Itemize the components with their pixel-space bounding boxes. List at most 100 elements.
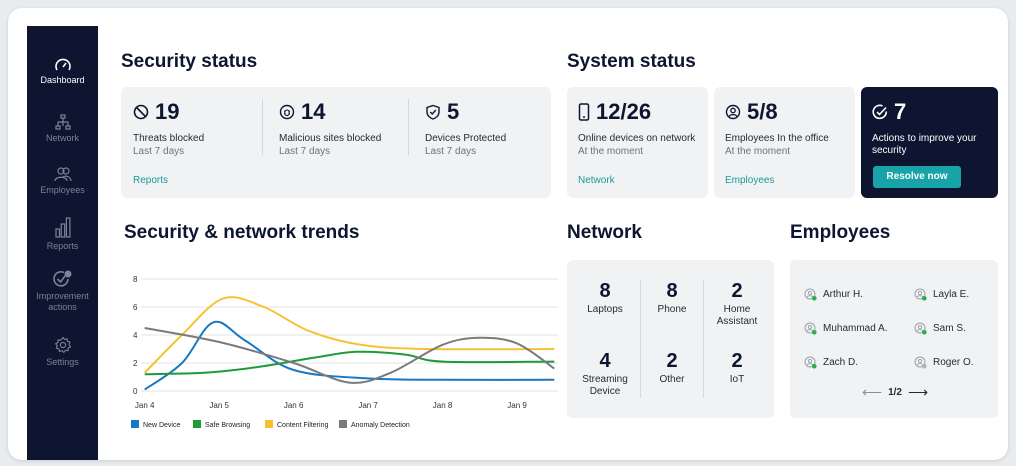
network-link[interactable]: Network <box>578 175 615 186</box>
network-label: IoT <box>729 374 745 385</box>
trends-title: Security & network trends <box>124 222 360 243</box>
sidebar-item-label: Reports <box>46 241 79 251</box>
network-card: 8 Laptops 8 Phone 2 Home Assistant 4 Str… <box>567 260 774 418</box>
user-circle-icon <box>725 104 741 120</box>
network-cell-home-assistant: 2 Home Assistant <box>707 280 767 328</box>
network-cell-phone: 8 Phone <box>645 280 699 316</box>
security-status-card: 19 Threats blocked Last 7 days 14 Malici… <box>121 87 551 198</box>
legend-swatch <box>131 420 139 428</box>
y-tick-label: 2 <box>133 359 138 368</box>
stat-sub: At the moment <box>725 146 791 157</box>
employee-item[interactable]: Sam S. <box>914 322 966 335</box>
y-tick-label: 0 <box>133 387 138 396</box>
sidebar-item-reports[interactable]: Reports <box>27 216 98 252</box>
sidebar-item-label: Employees <box>40 185 85 195</box>
series-line-anomaly-detection <box>144 327 555 384</box>
shield-badge-icon <box>52 270 71 287</box>
divider <box>408 99 409 155</box>
system-status-title: System status <box>567 51 696 72</box>
employee-item[interactable]: Layla E. <box>914 288 969 301</box>
divider <box>703 280 704 398</box>
network-value: 2 <box>666 350 678 372</box>
resolve-now-button[interactable]: Resolve now <box>873 166 961 188</box>
actions-label: Actions to improve your security <box>872 133 977 156</box>
y-tick-label: 6 <box>133 303 138 312</box>
trends-chart: 0 2 4 6 8 Jan 4 Jan 5 Jan 6 Jan 7 Jan 8 Jan 9 New D… <box>131 275 558 429</box>
y-tick-label: 8 <box>133 275 138 284</box>
user-status-icon <box>804 288 817 301</box>
x-tick-label: Jan 4 <box>135 401 155 410</box>
legend-label: Content Filtering <box>277 422 328 429</box>
stat-label: Threats blocked <box>133 133 205 144</box>
employee-name: Muhammad A. <box>823 323 888 334</box>
malicious-sites-stat: 14 Malicious sites blocked Last 7 days <box>279 99 381 157</box>
threats-blocked-stat: 19 Threats blocked Last 7 days <box>133 99 204 157</box>
stat-sub: Last 7 days <box>133 146 185 157</box>
network-value: 4 <box>599 350 611 372</box>
legend-label: New Device <box>143 422 180 429</box>
stat-label: Employees In the office <box>725 133 829 144</box>
employee-name: Roger O. <box>933 357 974 368</box>
x-tick-label: Jan 6 <box>284 401 304 410</box>
legend-label: Anomaly Detection <box>351 422 410 429</box>
pagination: ⟵ 1/2 ⟶ <box>862 384 928 401</box>
network-label: Laptops <box>587 304 623 315</box>
legend-swatch <box>265 420 273 428</box>
sidebar-item-settings[interactable]: Settings <box>27 336 98 368</box>
divider <box>640 280 641 398</box>
employees-office-stat: 5/8 Employees In the office At the momen… <box>725 99 829 157</box>
stat-value: 7 <box>894 99 907 124</box>
sidebar-item-network[interactable]: Network <box>27 114 98 144</box>
sidebar-item-label: Dashboard <box>40 75 85 85</box>
arrow-right-icon[interactable]: ⟶ <box>908 384 928 401</box>
stat-label: Malicious sites blocked <box>279 133 382 144</box>
reports-link[interactable]: Reports <box>133 175 168 186</box>
network-label: Assistant <box>716 316 758 327</box>
app-window: Dashboard Network Employees Reports Impr… <box>8 8 1008 460</box>
stat-label: Online devices on network <box>578 133 696 144</box>
network-cell-streaming-device: 4 Streaming Device <box>575 350 635 398</box>
stat-value: 12/26 <box>596 99 652 124</box>
network-cell-other: 2 Other <box>645 350 699 386</box>
employee-item[interactable]: Muhammad A. <box>804 322 887 335</box>
employee-item[interactable]: Zach D. <box>804 356 858 369</box>
network-value: 2 <box>731 280 743 302</box>
network-label: Other <box>659 374 685 385</box>
employee-item[interactable]: Arthur H. <box>804 288 863 301</box>
employee-item[interactable]: Roger O. <box>914 356 974 369</box>
stat-sub: At the moment <box>578 146 644 157</box>
user-status-icon <box>914 288 927 301</box>
bar-chart-icon <box>54 217 70 238</box>
y-tick-label: 4 <box>133 331 138 340</box>
check-circle-icon <box>872 104 888 120</box>
arrow-left-icon[interactable]: ⟵ <box>862 384 882 401</box>
user-status-icon <box>914 322 927 335</box>
employee-name: Layla E. <box>933 289 970 300</box>
network-label: Phone <box>657 304 687 315</box>
security-status-title: Security status <box>121 51 258 72</box>
online-devices-card: 12/26 Online devices on network At the m… <box>567 87 708 198</box>
network-label: Device <box>589 386 621 397</box>
network-icon <box>54 114 71 130</box>
employee-name: Sam S. <box>933 323 966 334</box>
sidebar-item-dashboard[interactable]: Dashboard <box>27 58 98 86</box>
legend-swatch <box>193 420 201 428</box>
x-tick-label: Jan 8 <box>433 401 453 410</box>
devices-protected-stat: 5 Devices Protected Last 7 days <box>425 99 506 157</box>
bug-icon <box>279 104 295 120</box>
employee-name: Arthur H. <box>823 289 864 300</box>
employee-name: Zach D. <box>823 357 859 368</box>
online-devices-stat: 12/26 Online devices on network At the m… <box>578 99 695 157</box>
stat-value: 5 <box>447 99 460 124</box>
stat-sub: Last 7 days <box>279 146 331 157</box>
employees-link[interactable]: Employees <box>725 175 774 186</box>
shield-check-icon <box>426 104 440 120</box>
sidebar-item-label: Improvement <box>36 291 89 301</box>
sidebar-item-improvement-actions[interactable]: Improvement actions <box>27 270 98 313</box>
network-cell-iot: 2 IoT <box>707 350 767 386</box>
sidebar-item-label: actions <box>48 302 77 312</box>
stat-value: 5/8 <box>747 99 778 124</box>
stat-sub: Last 7 days <box>425 146 477 157</box>
user-status-icon <box>804 356 817 369</box>
sidebar-item-employees[interactable]: Employees <box>27 166 98 196</box>
